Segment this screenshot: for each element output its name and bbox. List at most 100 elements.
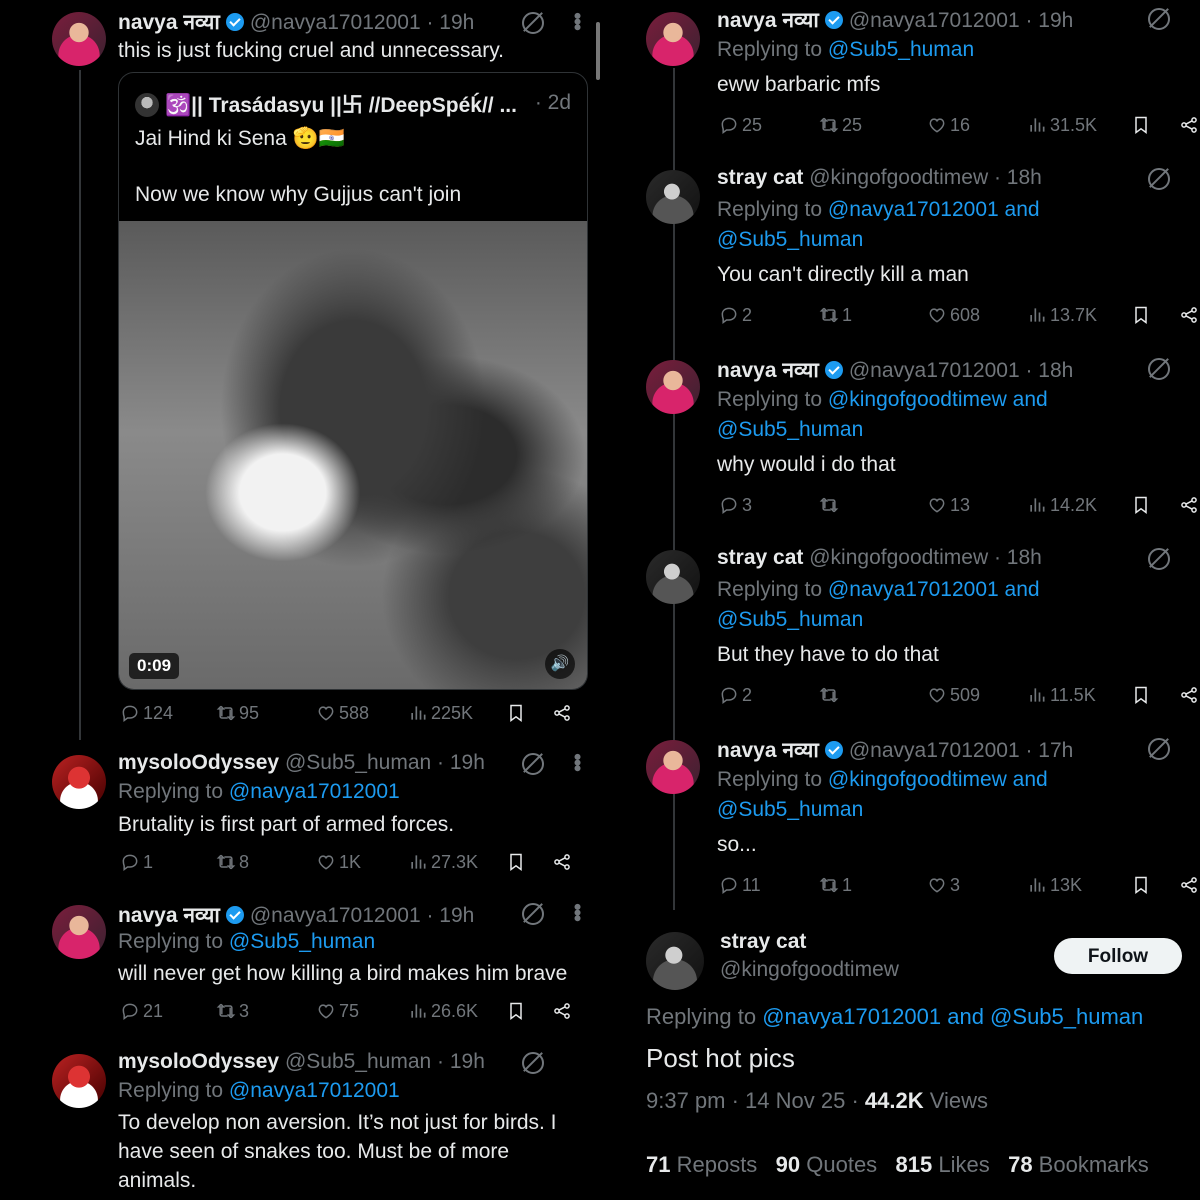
like-button[interactable]: 13 [927, 495, 970, 516]
mention-link[interactable]: @kingofgoodtimew and [828, 768, 1048, 791]
views-button[interactable]: 225K [408, 703, 473, 724]
repost-button[interactable]: 1 [819, 875, 852, 896]
avatar[interactable] [646, 740, 700, 794]
post-mysolo-2[interactable]: mysoloOdyssey @Sub5_human · 19h Replying… [0, 1044, 600, 1200]
display-name[interactable]: navya नव्या [717, 739, 819, 762]
share-button[interactable] [1179, 115, 1200, 136]
video-player[interactable]: 0:09 🔊 [119, 221, 587, 689]
share-button[interactable] [1179, 875, 1200, 896]
display-name[interactable]: stray cat [717, 166, 803, 189]
like-button[interactable]: 608 [927, 305, 980, 326]
like-button[interactable]: 588 [316, 703, 369, 724]
reply-button[interactable]: 3 [719, 495, 752, 516]
more-icon[interactable]: ••• [565, 903, 590, 920]
post-mysolo-1[interactable]: mysoloOdyssey @Sub5_human · 19h ••• Repl… [0, 745, 600, 895]
bookmarks-stat[interactable]: 78 Bookmarks [1008, 1152, 1149, 1177]
views-button[interactable]: 14.2K [1027, 495, 1097, 516]
like-button[interactable]: 1K [316, 852, 361, 873]
likes-stat[interactable]: 815 Likes [896, 1152, 990, 1177]
post-navya-2[interactable]: navya नव्या @navya17012001 · 19h ••• Repl… [0, 895, 600, 1045]
avatar[interactable] [52, 755, 106, 809]
like-button[interactable]: 509 [927, 685, 980, 706]
like-button[interactable]: 75 [316, 1001, 359, 1022]
avatar[interactable] [52, 12, 106, 66]
views-button[interactable]: 27.3K [408, 852, 478, 873]
mention-link[interactable]: @navya17012001 and @Sub5_human [762, 1004, 1143, 1029]
repost-button[interactable] [819, 685, 842, 706]
mention-link[interactable]: @Sub5_human [717, 225, 1040, 255]
bookmark-button[interactable] [1131, 305, 1154, 326]
more-icon[interactable]: ••• [565, 753, 590, 770]
mention-link[interactable]: @navya17012001 [229, 1079, 400, 1102]
follow-button[interactable]: Follow [1054, 938, 1182, 974]
timestamp[interactable]: 9:37 pm · 14 Nov 25 · [646, 1088, 865, 1113]
quotes-stat[interactable]: 90 Quotes [776, 1152, 878, 1177]
avatar[interactable] [646, 12, 700, 66]
display-name[interactable]: navya नव्या [118, 904, 220, 927]
grok-icon[interactable] [522, 1052, 544, 1074]
grok-icon[interactable] [522, 753, 544, 775]
bookmark-button[interactable] [506, 703, 529, 724]
avatar[interactable] [52, 905, 106, 959]
reply-button[interactable]: 11 [719, 875, 761, 896]
repost-button[interactable]: 8 [216, 852, 249, 873]
share-button[interactable] [1179, 685, 1200, 706]
repost-button[interactable]: 3 [216, 1001, 249, 1022]
avatar[interactable] [646, 550, 700, 604]
repost-button[interactable]: 95 [216, 703, 259, 724]
like-button[interactable]: 16 [927, 115, 970, 136]
post-stray-r2[interactable]: stray cat @kingofgoodtimew · 18h Replyin… [600, 540, 1200, 730]
post-navya-r1[interactable]: navya नव्या @navya17012001 · 19h Replying… [600, 0, 1200, 160]
display-name[interactable]: navya नव्या [717, 9, 819, 32]
grok-icon[interactable] [1148, 738, 1170, 760]
mention-link[interactable]: @Sub5_human [828, 38, 974, 61]
repost-button[interactable] [819, 495, 842, 516]
reply-button[interactable]: 2 [719, 305, 752, 326]
share-button[interactable] [1179, 305, 1200, 326]
repost-button[interactable]: 1 [819, 305, 852, 326]
share-button[interactable] [552, 852, 575, 873]
mention-link[interactable]: @Sub5_human [717, 415, 1048, 445]
post-navya-r3[interactable]: navya नव्या @navya17012001 · 17h Replying… [600, 730, 1200, 920]
grok-icon[interactable] [1148, 168, 1170, 190]
grok-icon[interactable] [1148, 8, 1170, 30]
grok-icon[interactable] [522, 903, 544, 925]
views-button[interactable]: 26.6K [408, 1001, 478, 1022]
share-button[interactable] [1179, 495, 1200, 516]
display-name[interactable]: stray cat [717, 546, 803, 569]
post-stray-r1[interactable]: stray cat @kingofgoodtimew · 18h Replyin… [600, 160, 1200, 350]
mention-link[interactable]: @kingofgoodtimew and [828, 388, 1048, 411]
reposts-stat[interactable]: 71 Reposts [646, 1152, 757, 1177]
reply-button[interactable]: 124 [120, 703, 173, 724]
grok-icon[interactable] [1148, 548, 1170, 570]
views-button[interactable]: 31.5K [1027, 115, 1097, 136]
bookmark-button[interactable] [1131, 495, 1154, 516]
views-button[interactable]: 11.5K [1027, 685, 1096, 706]
views-button[interactable]: 13K [1027, 875, 1082, 896]
mention-link[interactable]: @navya17012001 [229, 780, 400, 803]
quoted-post[interactable]: 🕉️|| Trasádasyu ||卐 //DeepSpéḱ// ... · 2… [118, 72, 588, 690]
avatar[interactable] [646, 360, 700, 414]
display-name[interactable]: stray cat [720, 930, 899, 954]
mention-link[interactable]: @Sub5_human [717, 605, 1040, 635]
share-button[interactable] [552, 703, 575, 724]
grok-icon[interactable] [522, 12, 544, 34]
volume-icon[interactable]: 🔊 [545, 649, 575, 679]
reply-button[interactable]: 25 [719, 115, 762, 136]
avatar[interactable] [646, 932, 704, 990]
post-navya-r2[interactable]: navya नव्या @navya17012001 · 18h Replying… [600, 350, 1200, 540]
reply-button[interactable]: 1 [120, 852, 153, 873]
grok-icon[interactable] [1148, 358, 1170, 380]
mention-link[interactable]: @navya17012001 and [828, 578, 1040, 601]
bookmark-button[interactable] [1131, 115, 1154, 136]
display-name[interactable]: navya नव्या [717, 359, 819, 382]
bookmark-button[interactable] [506, 852, 529, 873]
bookmark-button[interactable] [1131, 875, 1154, 896]
more-icon[interactable]: ••• [565, 12, 590, 29]
post-navya-1[interactable]: navya नव्या @navya17012001 · 19h ••• this… [0, 0, 600, 740]
reply-button[interactable]: 2 [719, 685, 752, 706]
reply-button[interactable]: 21 [120, 1001, 163, 1022]
avatar[interactable] [52, 1054, 106, 1108]
avatar[interactable] [646, 170, 700, 224]
like-button[interactable]: 3 [927, 875, 960, 896]
